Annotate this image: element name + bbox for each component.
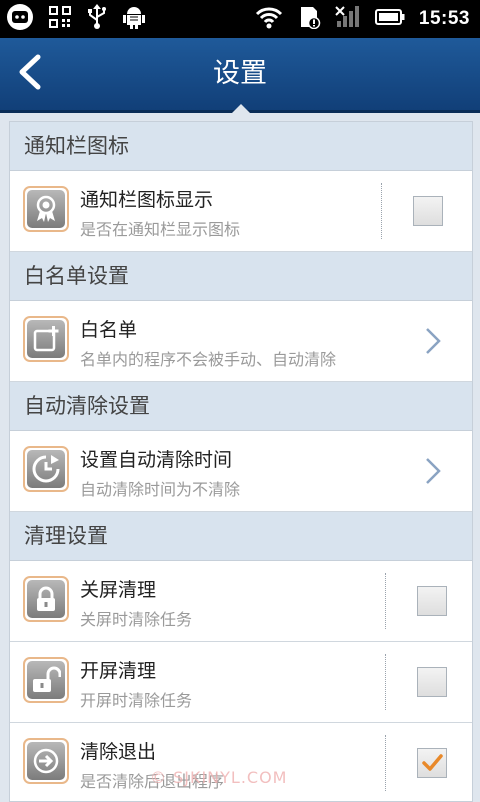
unlock-icon (23, 657, 69, 703)
checkmark-icon (422, 754, 443, 771)
lock-icon (23, 576, 69, 622)
page-title: 设置 (213, 58, 267, 89)
sd-card-icon (297, 5, 321, 33)
qr-code-icon (48, 5, 72, 33)
chevron-right-icon (426, 458, 441, 484)
title-notch (232, 104, 250, 113)
setting-row-screen-on-clean[interactable]: 开屏清理 开屏时清除任务 (10, 642, 472, 723)
back-button[interactable] (6, 48, 54, 96)
setting-title: 设置自动清除时间 (80, 449, 233, 471)
signal-icon (335, 5, 361, 33)
screen-on-clean-checkbox[interactable] (417, 667, 447, 697)
ribbon-badge-icon (23, 186, 69, 232)
setting-subtitle: 关屏时清除任务 (80, 610, 193, 629)
title-bar: 设置 (0, 38, 480, 113)
section-header-auto-clean: 自动清除设置 (10, 382, 472, 431)
screen-off-clean-checkbox[interactable] (417, 586, 447, 616)
setting-row-exit-after-clean[interactable]: 清除退出 是否清除后退出程序 (10, 723, 472, 801)
section-header-cleanup: 清理设置 (10, 512, 472, 561)
add-note-icon (23, 316, 69, 362)
setting-title: 清除退出 (80, 741, 157, 763)
setting-subtitle: 名单内的程序不会被手动、自动清除 (80, 350, 337, 369)
battery-icon (374, 8, 405, 30)
back-arrow-icon (19, 54, 41, 90)
setting-row-screen-off-clean[interactable]: 关屏清理 关屏时清除任务 (10, 561, 472, 642)
clock-time: 15:53 (418, 8, 470, 29)
row-divider (385, 573, 386, 629)
wifi-icon (255, 5, 283, 33)
setting-title: 通知栏图标显示 (80, 189, 214, 211)
setting-subtitle: 是否在通知栏显示图标 (80, 220, 241, 239)
setting-subtitle: 自动清除时间为不清除 (80, 480, 241, 499)
settings-list: 通知栏图标 通知栏图标显示 是否在通知栏显示图标 白名单设置 白名单 名单内的程… (9, 121, 473, 802)
setting-subtitle: 开屏时清除任务 (80, 691, 193, 710)
setting-row-auto-clean-time[interactable]: 设置自动清除时间 自动清除时间为不清除 (10, 431, 472, 512)
clock-icon (23, 446, 69, 492)
section-header-notification: 通知栏图标 (10, 122, 472, 171)
setting-row-notification-icon[interactable]: 通知栏图标显示 是否在通知栏显示图标 (10, 171, 472, 252)
row-divider (385, 735, 386, 791)
android-debug-icon (122, 4, 146, 34)
chevron-right-icon (426, 328, 441, 354)
notification-icon-checkbox[interactable] (413, 196, 443, 226)
watermark: © SJKINYL.COM (150, 768, 288, 787)
status-bar: 15:53 (0, 0, 480, 38)
setting-title: 开屏清理 (80, 660, 157, 682)
setting-row-whitelist[interactable]: 白名单 名单内的程序不会被手动、自动清除 (10, 301, 472, 382)
section-header-whitelist: 白名单设置 (10, 252, 472, 301)
usb-icon (86, 4, 108, 34)
app-notification-icon (6, 3, 34, 35)
setting-title: 关屏清理 (80, 579, 157, 601)
row-divider (385, 654, 386, 710)
setting-title: 白名单 (80, 319, 138, 341)
row-divider (381, 183, 382, 239)
exit-icon (23, 738, 69, 784)
exit-after-clean-checkbox[interactable] (417, 748, 447, 778)
